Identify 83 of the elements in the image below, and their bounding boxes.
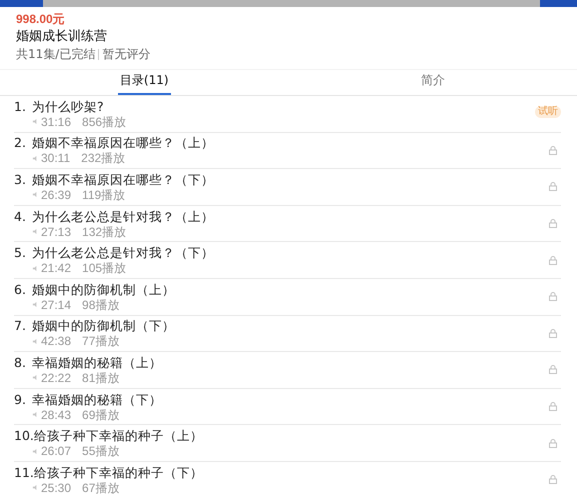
speaker-icon bbox=[32, 448, 39, 455]
lesson-item[interactable]: 4. 为什么老公总是针对我？（上） 27:13 132播放 bbox=[14, 206, 561, 242]
speaker-icon bbox=[32, 338, 39, 345]
speaker-icon bbox=[32, 191, 39, 198]
lesson-item[interactable]: 6. 婚姻中的防御机制（上） 27:14 98播放 bbox=[14, 278, 561, 316]
lesson-item[interactable]: 1. 为什么吵架? 31:16 856播放 试听 bbox=[14, 96, 561, 133]
lesson-number: 2. bbox=[14, 135, 27, 152]
lesson-title: 为什么吵架? bbox=[32, 98, 104, 115]
speaker-icon bbox=[32, 264, 39, 272]
speaker-icon bbox=[32, 228, 39, 236]
lock-icon bbox=[549, 146, 557, 155]
lesson-number: 3. bbox=[14, 172, 27, 188]
price: 998.00元 bbox=[16, 11, 66, 28]
play-count: 69播放 bbox=[82, 408, 120, 422]
episode-count: 共11集/已完结 bbox=[16, 46, 96, 63]
lesson-item[interactable]: 3. 婚姻不幸福原因在哪些？（下） 26:39 119播放 bbox=[14, 169, 561, 206]
play-count: 67播放 bbox=[82, 480, 120, 494]
lock-icon bbox=[549, 402, 557, 412]
lesson-number: 4. bbox=[14, 208, 27, 225]
duration: 26:07 bbox=[41, 444, 72, 458]
play-count: 119播放 bbox=[82, 188, 126, 202]
lesson-item[interactable]: 8. 幸福婚姻的秘籍（上） 22:22 81播放 bbox=[14, 352, 561, 389]
lesson-item[interactable]: 5. 为什么老公总是针对我？（下） 21:42 105播放 bbox=[14, 242, 561, 279]
trial-badge: 试听 bbox=[535, 106, 561, 118]
lock-icon bbox=[549, 256, 557, 265]
play-count: 81播放 bbox=[82, 370, 120, 385]
speaker-icon bbox=[32, 411, 39, 418]
speaker-icon bbox=[32, 374, 39, 382]
lesson-number: 11. bbox=[14, 464, 34, 481]
duration: 31:16 bbox=[41, 114, 72, 129]
duration: 28:43 bbox=[41, 408, 72, 422]
tab[interactable]: 简介 bbox=[418, 70, 447, 95]
lesson-number: 5. bbox=[14, 245, 27, 262]
speaker-icon bbox=[32, 301, 39, 308]
lesson-number: 1. bbox=[14, 98, 27, 115]
lesson-item[interactable]: 11.给孩子种下幸福的种子（下） 25:30 67播放 bbox=[14, 462, 561, 494]
lesson-number: 9. bbox=[14, 392, 27, 408]
lock-icon bbox=[549, 365, 557, 374]
rating-text: 暂无评分 bbox=[102, 46, 150, 63]
lesson-title: 婚姻中的防御机制（下） bbox=[32, 318, 175, 334]
lock-icon bbox=[549, 328, 557, 338]
lesson-title: 婚姻不幸福原因在哪些？（上） bbox=[32, 135, 214, 152]
lesson-number: 6. bbox=[14, 282, 27, 298]
lesson-item[interactable]: 10.给孩子种下幸福的种子（上） 26:07 55播放 bbox=[14, 425, 561, 462]
lesson-title: 为什么老公总是针对我？（上） bbox=[32, 208, 214, 225]
lesson-number: 7. bbox=[14, 318, 27, 334]
play-count: 856播放 bbox=[82, 114, 126, 129]
play-count: 55播放 bbox=[82, 444, 120, 458]
duration: 30:11 bbox=[41, 151, 70, 166]
lesson-number: 8. bbox=[14, 354, 27, 371]
lesson-title: 给孩子种下幸福的种子（下） bbox=[34, 464, 203, 481]
duration: 27:13 bbox=[41, 224, 72, 239]
tab[interactable]: 目录(11) bbox=[118, 70, 171, 95]
speaker-icon bbox=[32, 484, 39, 492]
lock-icon bbox=[549, 182, 557, 192]
lesson-title: 为什么老公总是针对我？（下） bbox=[32, 245, 214, 262]
duration: 25:30 bbox=[41, 480, 72, 494]
course-title: 婚姻成长训练营 bbox=[16, 28, 108, 46]
play-count: 77播放 bbox=[82, 334, 120, 348]
lesson-item[interactable]: 9. 幸福婚姻的秘籍（下） 28:43 69播放 bbox=[14, 388, 561, 426]
lesson-title: 幸福婚姻的秘籍（上） bbox=[32, 354, 162, 371]
play-count: 98播放 bbox=[82, 298, 120, 312]
lock-icon bbox=[549, 438, 557, 448]
lock-icon bbox=[549, 219, 557, 228]
lock-icon bbox=[549, 292, 557, 302]
duration: 42:38 bbox=[41, 334, 72, 348]
lesson-number: 10. bbox=[14, 428, 34, 444]
speaker-icon bbox=[32, 118, 39, 126]
speaker-icon bbox=[32, 154, 39, 162]
lesson-item[interactable]: 2. 婚姻不幸福原因在哪些？（上） 30:11 232播放 bbox=[14, 132, 561, 170]
lesson-title: 婚姻不幸福原因在哪些？（下） bbox=[32, 172, 214, 188]
play-count: 132播放 bbox=[82, 224, 126, 239]
duration: 21:42 bbox=[41, 261, 72, 276]
play-count: 232播放 bbox=[81, 151, 126, 166]
lock-icon bbox=[549, 475, 557, 484]
lesson-title: 婚姻中的防御机制（上） bbox=[32, 282, 175, 298]
lesson-title: 幸福婚姻的秘籍（下） bbox=[32, 392, 162, 408]
duration: 22:22 bbox=[41, 370, 72, 385]
lesson-item[interactable]: 7. 婚姻中的防御机制（下） 42:38 77播放 bbox=[14, 316, 561, 352]
duration: 26:39 bbox=[41, 188, 72, 202]
play-count: 105播放 bbox=[82, 261, 126, 276]
lesson-title: 给孩子种下幸福的种子（上） bbox=[34, 428, 203, 444]
duration: 27:14 bbox=[41, 298, 72, 312]
